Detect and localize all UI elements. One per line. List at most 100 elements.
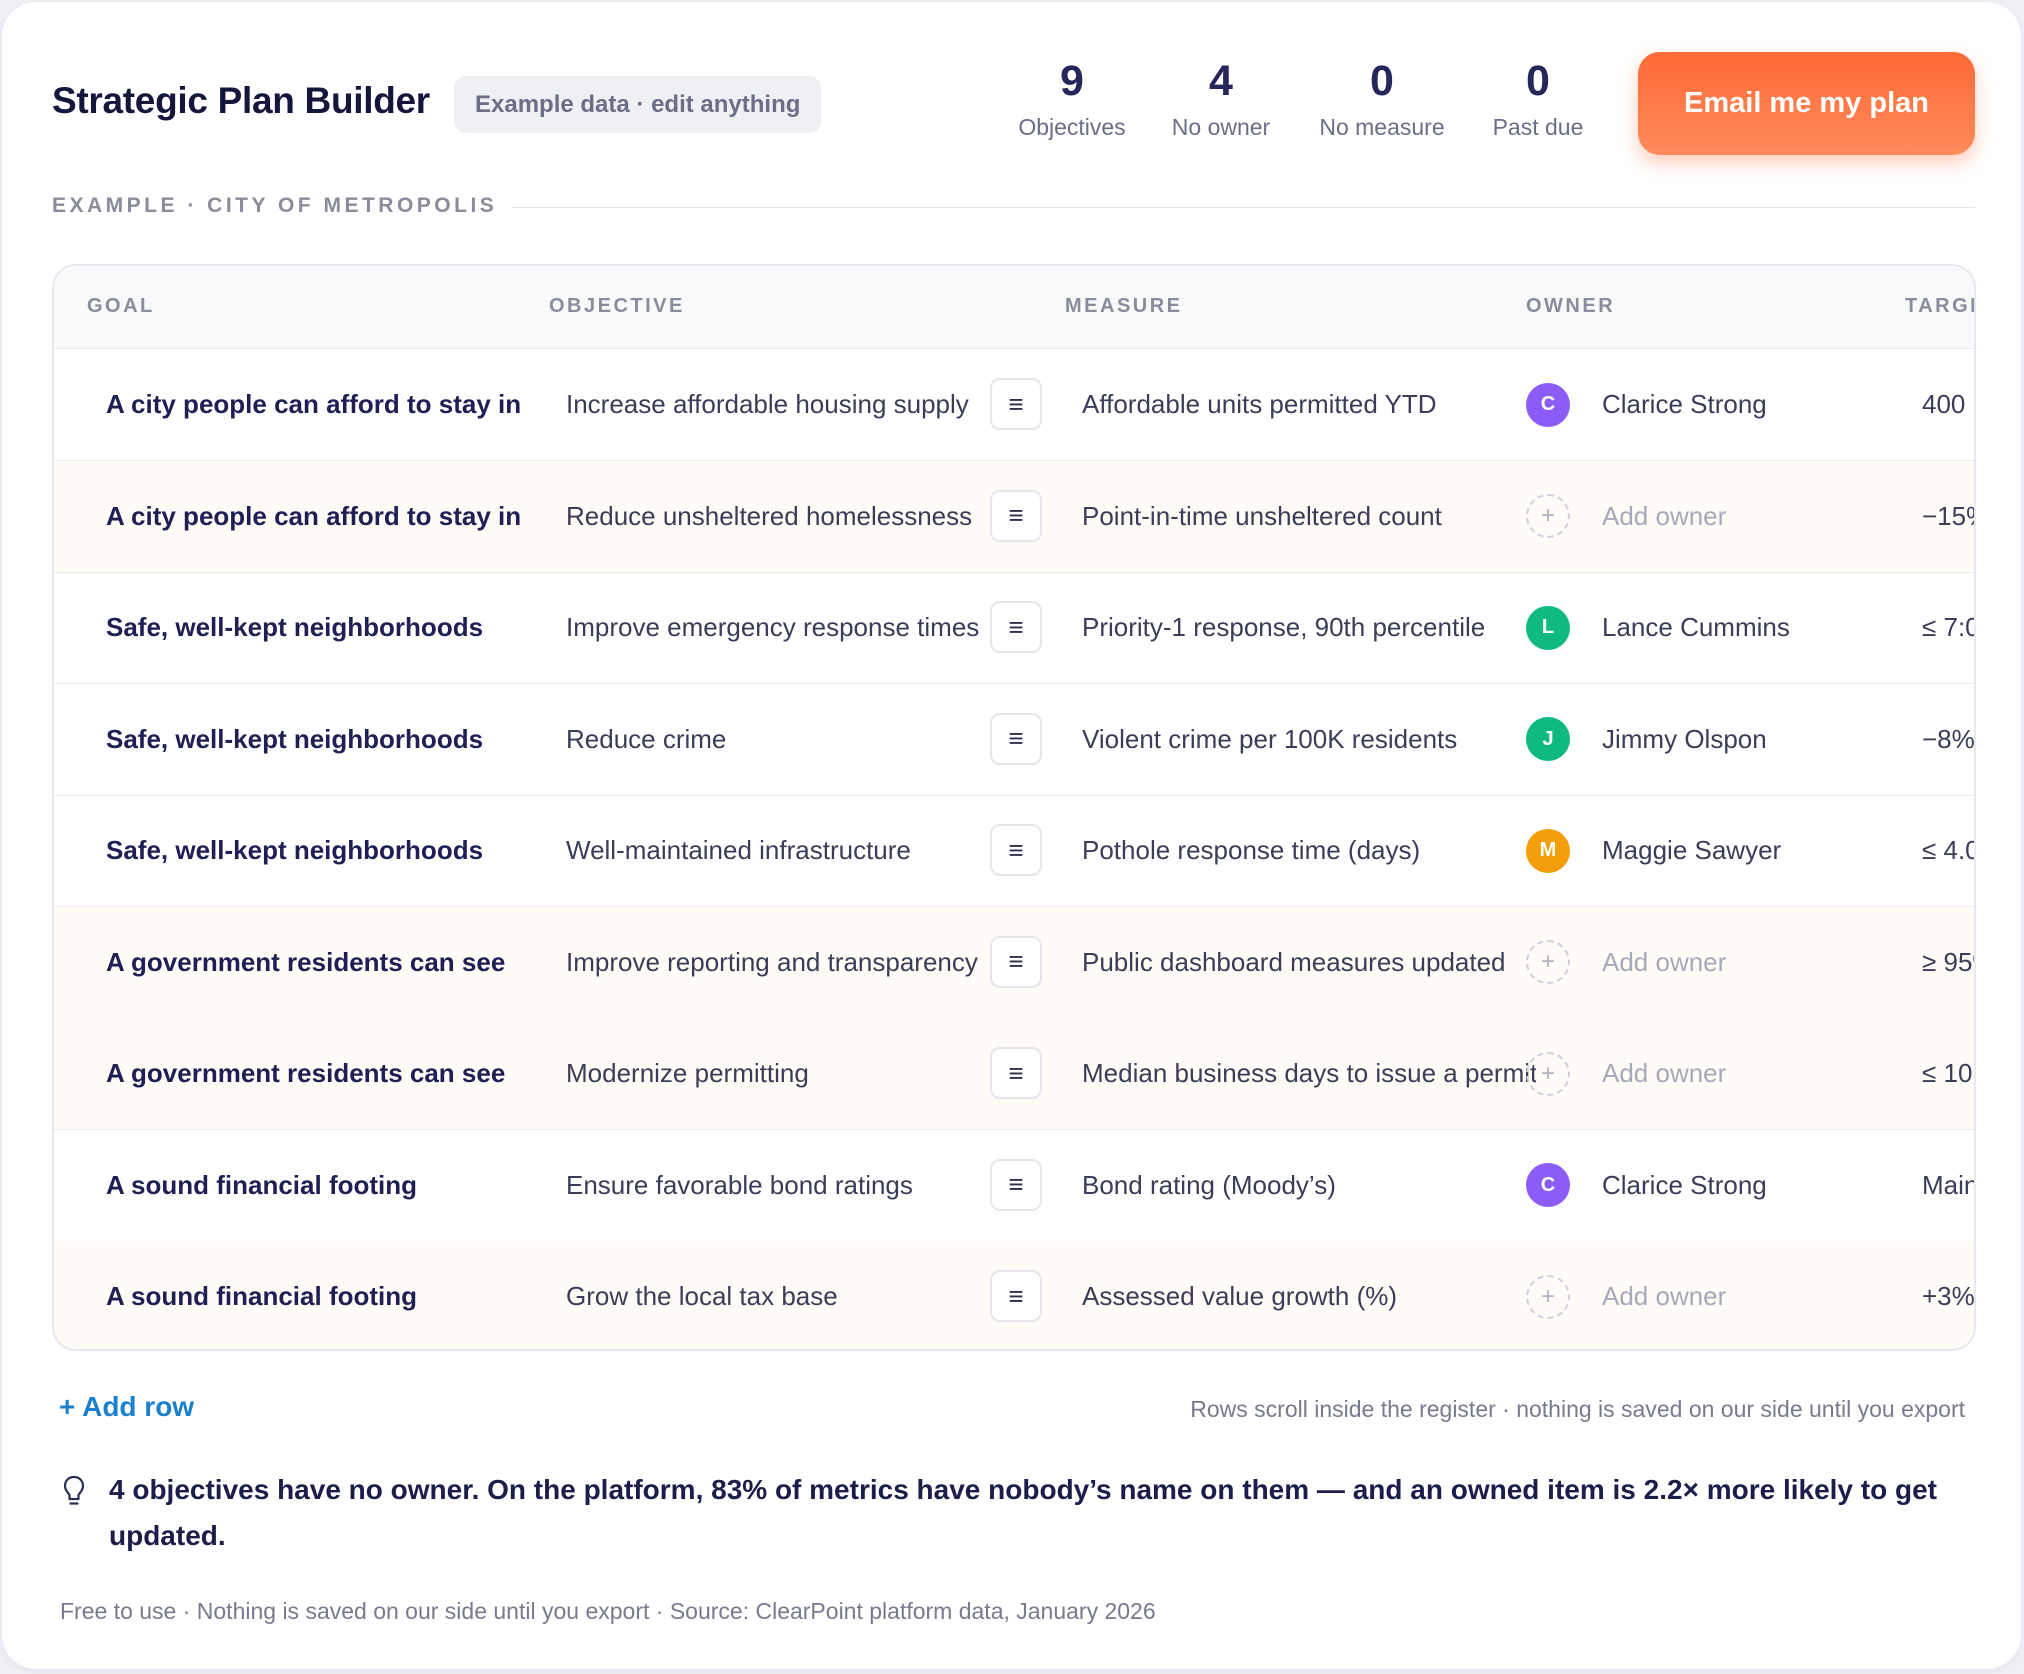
objective-cell[interactable]: Reduce unsheltered homelessness bbox=[566, 461, 1010, 572]
notes-menu-icon[interactable]: ≡ bbox=[990, 601, 1042, 653]
notes-menu-icon[interactable]: ≡ bbox=[990, 712, 1042, 765]
table-row[interactable]: Safe, well-kept neighborhoods Improve eme… bbox=[54, 572, 1974, 684]
add-row-button[interactable]: + Add row bbox=[59, 1391, 194, 1423]
notes-menu-icon[interactable]: ≡ bbox=[990, 489, 1042, 542]
measure-cell[interactable]: Affordable units permitted YTD bbox=[1082, 349, 1536, 460]
goal-cell[interactable]: A city people can afford to stay in bbox=[106, 461, 560, 572]
target-cell[interactable]: ≥ 95% bbox=[1922, 907, 1974, 1018]
target-cell[interactable]: ≤ 10 bbox=[1922, 1018, 1974, 1129]
add-owner-icon[interactable]: + bbox=[1526, 1051, 1570, 1096]
table-row[interactable]: Safe, well-kept neighborhoods Well-mainta… bbox=[54, 795, 1974, 907]
target-cell[interactable]: −15% bbox=[1922, 461, 1974, 572]
owner-name: Maggie Sawyer bbox=[1602, 835, 1782, 865]
target-cell[interactable]: 400 bbox=[1922, 349, 1974, 460]
target-cell[interactable]: +3% bbox=[1922, 1241, 1974, 1349]
column-header-goal: GOAL bbox=[87, 295, 155, 317]
email-plan-button[interactable]: Email me my plan bbox=[1638, 52, 1975, 155]
page-title: Strategic Plan Builder bbox=[52, 80, 430, 121]
notes-menu-icon[interactable]: ≡ bbox=[990, 1158, 1042, 1211]
measure-cell[interactable]: Median business days to issue a permit bbox=[1082, 1018, 1536, 1129]
owner-avatar: C bbox=[1526, 382, 1570, 427]
measure-cell[interactable]: Pothole response time (days) bbox=[1082, 795, 1536, 906]
table-row[interactable]: A government residents can see Improve re… bbox=[54, 906, 1974, 1019]
example-data-pill: Example data · edit anything bbox=[454, 76, 822, 133]
table-row[interactable]: Safe, well-kept neighborhoods Reduce crim… bbox=[54, 684, 1974, 796]
add-owner-label[interactable]: Add owner bbox=[1602, 1281, 1726, 1312]
table-row[interactable]: A sound financial footing Ensure favorabl… bbox=[54, 1130, 1974, 1242]
owner-cell[interactable]: + Add owner bbox=[1526, 461, 1726, 572]
stat-value: 9 bbox=[1060, 57, 1084, 105]
objective-cell[interactable]: Grow the local tax base bbox=[566, 1241, 1010, 1349]
target-cell[interactable]: Maintain bbox=[1922, 1130, 1974, 1241]
target-cell[interactable]: −8% bbox=[1922, 684, 1974, 795]
notes-menu-icon[interactable]: ≡ bbox=[990, 1047, 1042, 1099]
goal-cell[interactable]: A city people can afford to stay in bbox=[106, 349, 560, 460]
owner-cell[interactable]: J Jimmy Olspon bbox=[1526, 684, 1767, 795]
footer-note: Free to use · Nothing is saved on our si… bbox=[60, 1598, 1156, 1624]
section-divider bbox=[512, 207, 1975, 208]
owner-cell[interactable]: + Add owner bbox=[1526, 1018, 1726, 1129]
table-row[interactable]: A government residents can see Modernize … bbox=[54, 1018, 1974, 1130]
owner-name: Clarice Strong bbox=[1602, 1169, 1767, 1200]
owner-cell[interactable]: C Clarice Strong bbox=[1526, 1130, 1767, 1241]
stat-label: No owner bbox=[1171, 114, 1271, 140]
measure-cell[interactable]: Bond rating (Moody’s) bbox=[1082, 1130, 1536, 1241]
objective-cell[interactable]: Ensure favorable bond ratings bbox=[566, 1130, 1010, 1241]
table-row[interactable]: A city people can afford to stay in Incre… bbox=[54, 349, 1974, 461]
plan-register-table[interactable]: GOAL OBJECTIVE MEASURE OWNER TARGE A cit… bbox=[52, 264, 1976, 1351]
plan-builder-card: Strategic Plan Builder Example data · ed… bbox=[2, 2, 2021, 1669]
measure-cell[interactable]: Violent crime per 100K residents bbox=[1082, 684, 1536, 795]
column-header-objective: OBJECTIVE bbox=[549, 295, 685, 317]
notes-menu-icon[interactable]: ≡ bbox=[990, 824, 1042, 876]
insight-message: 4 objectives have no owner. On the platf… bbox=[109, 1474, 1937, 1551]
add-owner-label[interactable]: Add owner bbox=[1602, 947, 1726, 978]
owner-cell[interactable]: C Clarice Strong bbox=[1526, 349, 1767, 460]
measure-cell[interactable]: Public dashboard measures updated bbox=[1082, 907, 1536, 1018]
measure-cell[interactable]: Point-in-time unsheltered count bbox=[1082, 461, 1536, 572]
notes-menu-icon[interactable]: ≡ bbox=[990, 1270, 1042, 1322]
objective-cell[interactable]: Improve emergency response times bbox=[566, 572, 1010, 683]
goal-cell[interactable]: Safe, well-kept neighborhoods bbox=[106, 684, 560, 795]
stat-past-due: 0 Past due bbox=[1478, 54, 1598, 141]
stat-value: 4 bbox=[1209, 57, 1233, 105]
target-cell[interactable]: ≤ 7:00 bbox=[1922, 572, 1974, 683]
owner-cell[interactable]: M Maggie Sawyer bbox=[1526, 795, 1781, 906]
add-owner-label[interactable]: Add owner bbox=[1602, 501, 1726, 532]
objective-cell[interactable]: Reduce crime bbox=[566, 684, 1010, 795]
owner-cell[interactable]: + Add owner bbox=[1526, 907, 1726, 1018]
goal-cell[interactable]: A sound financial footing bbox=[106, 1241, 560, 1349]
measure-cell[interactable]: Assessed value growth (%) bbox=[1082, 1241, 1536, 1349]
table-row[interactable]: A sound financial footing Grow the local … bbox=[54, 1241, 1974, 1349]
scroll-note: Rows scroll inside the register · nothin… bbox=[1190, 1396, 1965, 1422]
table-header: GOAL OBJECTIVE MEASURE OWNER TARGE bbox=[54, 266, 1974, 349]
goal-cell[interactable]: Safe, well-kept neighborhoods bbox=[106, 572, 560, 683]
goal-cell[interactable]: A government residents can see bbox=[106, 907, 560, 1018]
measure-cell[interactable]: Priority-1 response, 90th percentile bbox=[1082, 572, 1536, 683]
goal-cell[interactable]: A government residents can see bbox=[106, 1018, 560, 1129]
target-cell[interactable]: ≤ 4.0 bbox=[1922, 795, 1974, 906]
stat-label: No measure bbox=[1319, 114, 1445, 140]
owner-cell[interactable]: + Add owner bbox=[1526, 1241, 1726, 1349]
section-label: EXAMPLE · CITY OF METROPOLIS bbox=[52, 194, 498, 217]
objective-cell[interactable]: Modernize permitting bbox=[566, 1018, 1010, 1129]
objective-cell[interactable]: Increase affordable housing supply bbox=[566, 349, 1010, 460]
owner-name: Lance Cummins bbox=[1602, 612, 1790, 642]
goal-cell[interactable]: Safe, well-kept neighborhoods bbox=[106, 795, 560, 906]
owner-name: Jimmy Olspon bbox=[1602, 723, 1767, 754]
notes-menu-icon[interactable]: ≡ bbox=[990, 935, 1042, 988]
owner-cell[interactable]: L Lance Cummins bbox=[1526, 572, 1790, 683]
notes-menu-icon[interactable]: ≡ bbox=[990, 378, 1042, 430]
column-header-owner: OWNER bbox=[1526, 295, 1616, 317]
owner-avatar: L bbox=[1526, 605, 1570, 650]
column-header-measure: MEASURE bbox=[1065, 295, 1183, 317]
table-row[interactable]: A city people can afford to stay in Reduc… bbox=[54, 460, 1974, 573]
owner-avatar: J bbox=[1526, 717, 1570, 761]
owner-avatar: M bbox=[1526, 828, 1570, 873]
add-owner-icon[interactable]: + bbox=[1526, 1274, 1570, 1319]
goal-cell[interactable]: A sound financial footing bbox=[106, 1130, 560, 1241]
add-owner-icon[interactable]: + bbox=[1526, 494, 1570, 538]
add-owner-label[interactable]: Add owner bbox=[1602, 1058, 1726, 1089]
objective-cell[interactable]: Well-maintained infrastructure bbox=[566, 795, 1010, 906]
add-owner-icon[interactable]: + bbox=[1526, 940, 1570, 984]
objective-cell[interactable]: Improve reporting and transparency bbox=[566, 907, 1010, 1018]
